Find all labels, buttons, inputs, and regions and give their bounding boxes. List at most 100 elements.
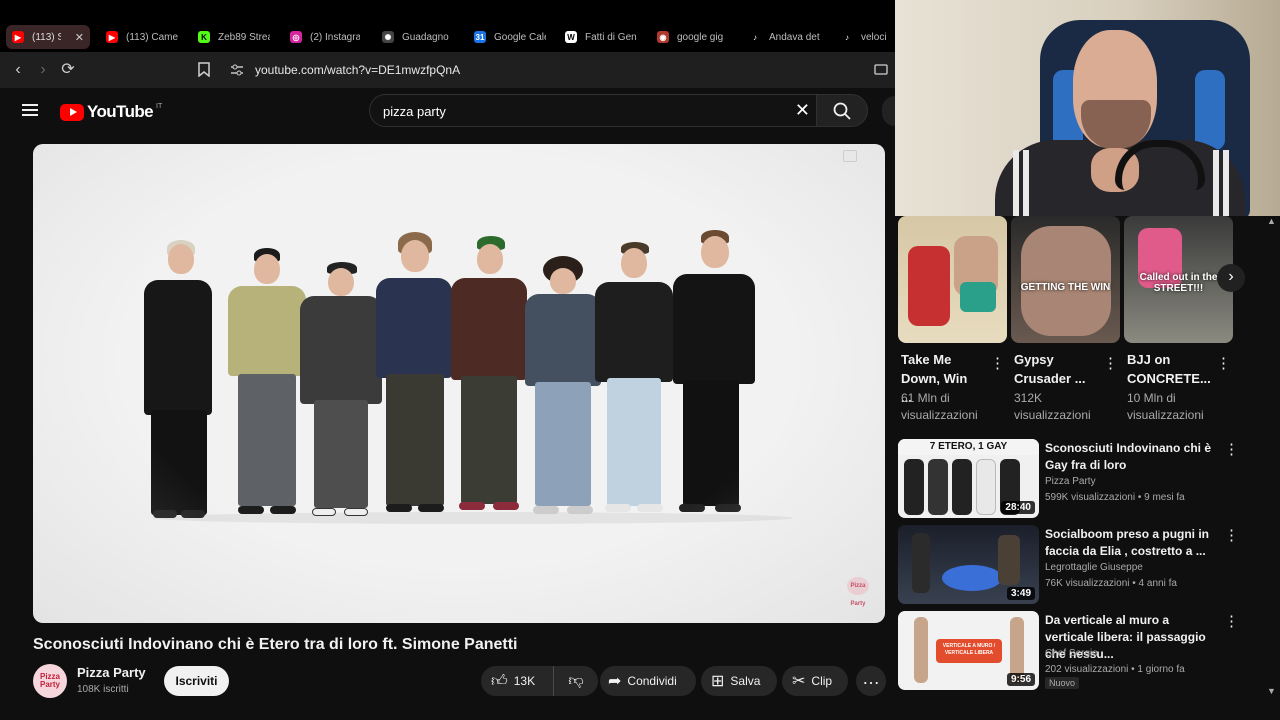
youtube-header: YouTube IT pizza party ✕ <box>0 88 895 134</box>
browser-tab-bar: ▶ (113) S ✕ ▶ (113) Came K Zeb89 Strea ◎… <box>0 0 895 52</box>
cast-icon[interactable] <box>874 64 888 76</box>
back-icon[interactable]: ‹ <box>8 60 28 80</box>
video-meta: 202 visualizzazioni • 1 giorno fa <box>1045 664 1185 675</box>
bookmark-icon[interactable] <box>198 62 210 77</box>
browser-tab[interactable]: ♪ veloci <box>841 25 895 49</box>
browser-tab[interactable]: 31 Google Cale <box>474 25 546 49</box>
address-bar: ‹ › ⟳ youtube.com/watch?v=DE1mwzfpQnA <box>0 52 895 88</box>
search-button[interactable] <box>816 94 868 127</box>
browser-tab[interactable]: ✺ Guadagno <box>382 25 452 49</box>
tiktok-icon: ♪ <box>841 31 853 43</box>
scissors-icon: ✂ <box>792 673 806 690</box>
youtube-icon: ▶ <box>12 31 24 43</box>
video-thumbnail[interactable]: VERTICALE A MURO / VERTICALE LIBERA 9:56 <box>898 611 1039 690</box>
video-title[interactable]: Sconosciuti Indovinano chi è Gay fra di … <box>1045 440 1215 474</box>
webcam-overlay <box>895 0 1280 216</box>
more-options-icon[interactable]: ⋮ <box>990 356 1005 371</box>
tab-label: Guadagno <box>402 31 449 43</box>
wikipedia-icon: W <box>565 31 577 43</box>
more-options-icon[interactable]: ⋮ <box>1224 528 1239 543</box>
browser-tab[interactable]: W Fatti di Gen <box>565 25 637 49</box>
thumbs-up-icon: 👍︎ <box>491 672 508 690</box>
close-tab-icon[interactable]: ✕ <box>75 31 84 44</box>
search-icon <box>833 102 851 120</box>
pizza-party-watermark: Pizza Party <box>847 577 869 607</box>
youtube-play-icon <box>60 103 84 121</box>
save-button[interactable]: ⊞ Salva <box>701 666 777 696</box>
video-channel[interactable]: Chef Sergio <box>1045 648 1098 659</box>
more-options-icon[interactable]: ⋮ <box>1216 356 1231 371</box>
video-duration: 9:56 <box>1006 673 1035 686</box>
browser-tab-youtube-active[interactable]: ▶ (113) S ✕ <box>6 25 90 49</box>
video-title: Sconosciuti Indovinano chi è Etero tra d… <box>33 636 518 653</box>
share-label: Condividi <box>627 674 677 688</box>
video-person <box>669 230 757 518</box>
video-title[interactable]: Socialboom preso a pugni in faccia da El… <box>1045 526 1215 560</box>
tab-label: Andava det <box>769 31 820 43</box>
thumbnail-text: 7 ETERO, 1 GAY <box>929 441 1008 452</box>
menu-icon[interactable] <box>22 104 38 116</box>
video-player[interactable]: Pizza Party <box>33 144 885 623</box>
tab-label: Zeb89 Strea <box>218 31 270 43</box>
kick-icon: K <box>198 31 210 43</box>
short-title[interactable]: BJJ on CONCRETE... <box>1127 350 1211 388</box>
browser-tab[interactable]: ♪ Andava det <box>749 25 821 49</box>
video-thumbnail[interactable]: 7 ETERO, 1 GAY 28:40 <box>898 439 1039 518</box>
short-title[interactable]: Gypsy Crusader ... <box>1014 350 1094 388</box>
tab-label: (2) Instagra <box>310 31 360 43</box>
more-options-icon[interactable]: ⋮ <box>1103 356 1118 371</box>
youtube-icon: ▶ <box>106 31 118 43</box>
recommended-video[interactable]: VERTICALE A MURO / VERTICALE LIBERA 9:56… <box>898 611 1278 691</box>
recommendations-sidebar: Take Me Down, Win ... 61 Mln di visualiz… <box>895 216 1280 720</box>
calendar-icon: 31 <box>474 31 486 43</box>
like-button[interactable]: 👍︎ 13K <box>481 666 554 696</box>
forward-icon[interactable]: › <box>33 60 53 80</box>
video-duration: 3:49 <box>1006 587 1035 600</box>
browser-tab[interactable]: ◎ (2) Instagra <box>290 25 360 49</box>
short-views: 312K visualizzazioni <box>1014 391 1091 422</box>
channel-avatar[interactable]: Pizza Party <box>33 664 67 698</box>
browser-tab[interactable]: ◉ google gig <box>657 25 727 49</box>
floor-shadow <box>153 512 793 524</box>
site-settings-icon[interactable] <box>230 64 244 76</box>
tab-label: (113) Came <box>126 31 179 43</box>
video-person <box>298 262 384 520</box>
thumbs-down-icon: 👎︎ <box>568 672 584 689</box>
subscribe-button[interactable]: Iscriviti <box>164 666 229 696</box>
browser-tab[interactable]: ▶ (113) Came <box>106 25 180 49</box>
recommended-video[interactable]: 7 ETERO, 1 GAY 28:40 Sconosciuti Indovin… <box>898 439 1278 519</box>
save-icon: ⊞ <box>711 673 725 690</box>
shorts-next-icon[interactable]: › <box>1217 264 1245 292</box>
short-thumbnail[interactable]: GETTING THE WIN <box>1011 216 1120 343</box>
url-field[interactable]: youtube.com/watch?v=DE1mwzfpQnA <box>255 63 460 77</box>
recommended-video[interactable]: 3:49 Socialboom preso a pugni in faccia … <box>898 525 1278 605</box>
search-box[interactable]: pizza party ✕ <box>369 94 816 127</box>
share-button[interactable]: ➦ Condividi <box>600 666 696 696</box>
video-person <box>376 232 452 518</box>
voice-search-button[interactable] <box>882 96 895 126</box>
video-thumbnail[interactable]: 3:49 <box>898 525 1039 604</box>
gemini-icon: ◉ <box>657 31 669 43</box>
tab-label: Google Cale <box>494 31 546 43</box>
more-options-icon[interactable]: ⋮ <box>1224 614 1239 629</box>
video-duration: 28:40 <box>1001 501 1035 514</box>
browser-tab[interactable]: K Zeb89 Strea <box>198 25 270 49</box>
like-dislike-group: 👍︎ 13K 👎︎ <box>481 666 598 696</box>
short-views: 10 Mln di visualizzazioni <box>1127 391 1204 422</box>
search-input[interactable]: pizza party <box>383 104 446 119</box>
clear-search-icon[interactable]: ✕ <box>795 100 810 121</box>
reload-icon[interactable]: ⟳ <box>58 60 78 80</box>
video-channel[interactable]: Pizza Party <box>1045 476 1096 487</box>
scroll-up-icon[interactable]: ▲ <box>1267 216 1276 226</box>
tab-label: Fatti di Gen <box>585 31 637 43</box>
clip-button[interactable]: ✂ Clip <box>782 666 848 696</box>
video-channel[interactable]: Legrottaglie Giuseppe <box>1045 562 1143 573</box>
channel-name[interactable]: Pizza Party <box>77 665 146 680</box>
scroll-down-icon[interactable]: ▼ <box>1267 686 1276 696</box>
more-options-icon[interactable]: ⋮ <box>1224 442 1239 457</box>
dislike-button[interactable]: 👎︎ <box>554 666 598 696</box>
youtube-logo[interactable]: YouTube IT <box>60 102 162 122</box>
more-actions-icon[interactable]: … <box>856 666 886 696</box>
short-thumbnail[interactable] <box>898 216 1007 343</box>
video-meta: 76K visualizzazioni • 4 anni fa <box>1045 578 1177 589</box>
